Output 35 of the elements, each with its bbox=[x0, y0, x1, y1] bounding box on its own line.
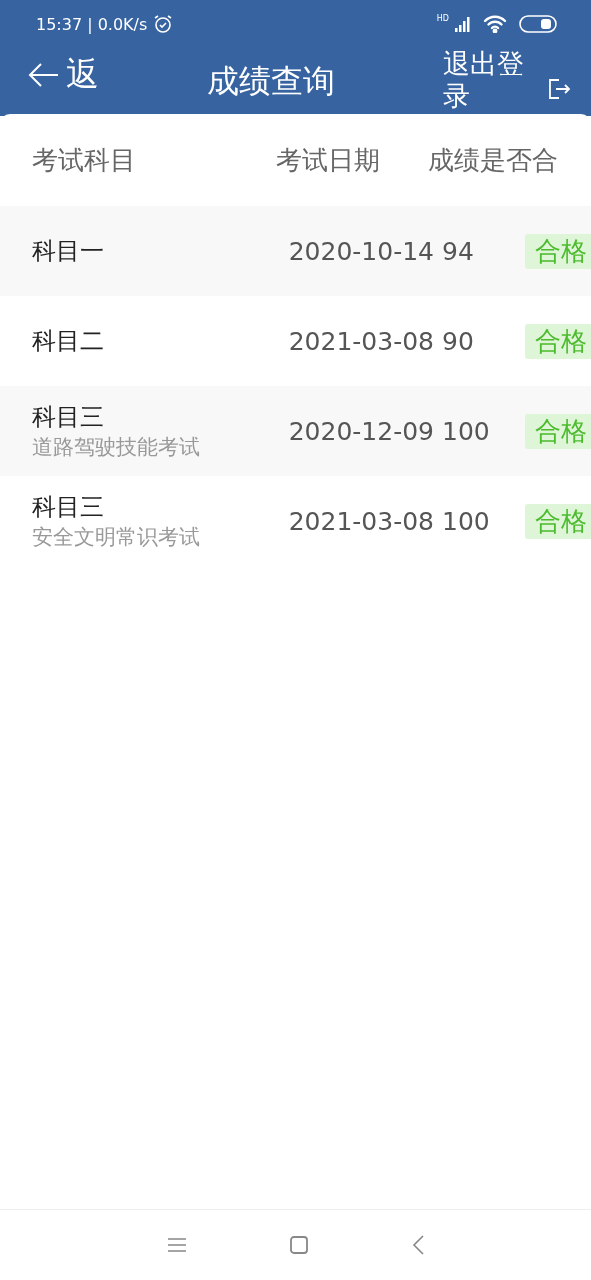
column-header: 考试日期 bbox=[276, 143, 381, 177]
exam-date: 2021-03-08 bbox=[287, 506, 434, 536]
subject-detail: 道路驾驶技能考试 bbox=[32, 434, 201, 461]
column-header: 成绩是否合 bbox=[428, 143, 559, 177]
exam-date: 2020-12-09 bbox=[287, 416, 434, 446]
exam-score: 94 bbox=[441, 236, 475, 266]
exam-date: 2020-10-14 bbox=[287, 236, 434, 266]
menu-icon[interactable] bbox=[167, 1237, 186, 1253]
home-icon[interactable] bbox=[289, 1236, 308, 1254]
wifi-icon bbox=[483, 15, 507, 33]
back-arrow-icon bbox=[28, 61, 60, 88]
hd-label: HD bbox=[436, 14, 449, 23]
result-badge: 合格 bbox=[525, 503, 591, 539]
subject-name: 科目三 bbox=[32, 402, 105, 433]
subject-name: 科目一 bbox=[32, 236, 105, 267]
status-time: 15:37 | 0.0K/s bbox=[36, 14, 148, 34]
result-badge: 合格 bbox=[525, 233, 591, 269]
exam-score: 100 bbox=[441, 416, 491, 446]
exam-date: 2021-03-08 bbox=[287, 326, 434, 356]
result-badge: 合格 bbox=[525, 413, 591, 449]
exam-score: 90 bbox=[441, 326, 475, 356]
page-title: 成绩查询 bbox=[206, 61, 336, 102]
alarm-icon bbox=[153, 14, 174, 34]
back-icon[interactable] bbox=[411, 1235, 424, 1255]
logout-button[interactable]: 退出登录 bbox=[443, 48, 571, 112]
logout-icon bbox=[547, 77, 571, 101]
subject-detail: 安全文明常识考试 bbox=[32, 524, 201, 551]
signal-icon bbox=[455, 16, 471, 32]
result-badge: 合格 bbox=[525, 323, 591, 359]
subject-name: 科目二 bbox=[32, 326, 105, 357]
battery-icon bbox=[519, 15, 557, 33]
subject-name: 科目三 bbox=[32, 492, 105, 523]
back-button[interactable]: 返 bbox=[28, 52, 99, 97]
exam-score: 100 bbox=[441, 506, 491, 536]
column-header: 考试科目 bbox=[31, 143, 137, 177]
